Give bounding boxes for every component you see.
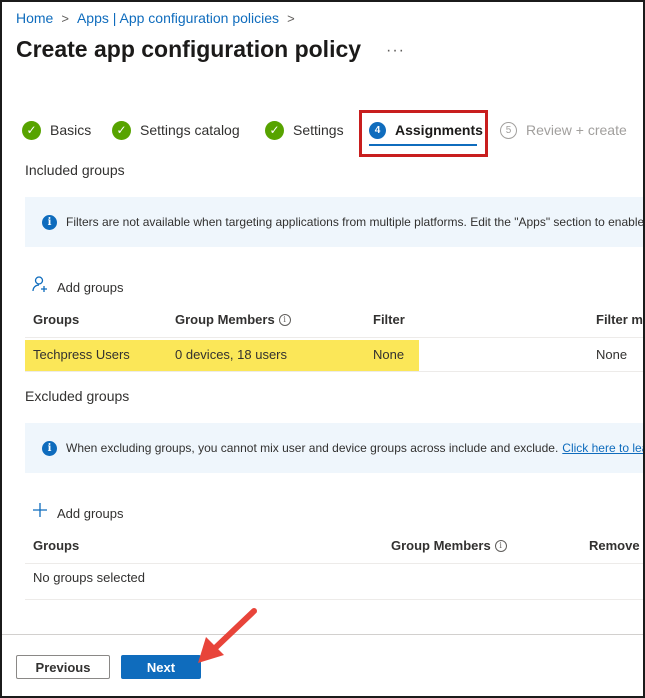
- breadcrumb: Home > Apps | App configuration policies…: [16, 10, 303, 26]
- info-icon[interactable]: i: [494, 539, 507, 552]
- column-header-filter: Filter: [373, 312, 405, 327]
- column-header-label: Group Members: [175, 312, 275, 327]
- table-divider: [25, 337, 643, 338]
- breadcrumb-apps[interactable]: Apps | App configuration policies: [77, 10, 279, 26]
- step-label: Basics: [50, 122, 92, 138]
- tab-settings-catalog[interactable]: ✓ Settings catalog: [112, 119, 240, 141]
- excluded-info-text: When excluding groups, you cannot mix us…: [66, 441, 559, 455]
- column-header-group-members: Group Members i: [391, 538, 507, 553]
- step-number-badge: 5: [500, 121, 517, 139]
- tab-settings[interactable]: ✓ Settings: [265, 119, 344, 141]
- plus-icon: [31, 502, 49, 524]
- table-divider: [25, 563, 643, 564]
- group-name-cell: Techpress Users: [33, 347, 130, 362]
- column-header-groups: Groups: [33, 312, 80, 327]
- column-header-groups: Groups: [33, 538, 80, 553]
- add-included-groups-button[interactable]: Add groups: [31, 275, 124, 299]
- filter-mode-cell: None: [596, 347, 628, 362]
- add-person-icon: [31, 275, 49, 299]
- step-label: Settings: [293, 122, 344, 138]
- click-here-link[interactable]: Click here to lear: [562, 441, 643, 455]
- included-info-text: Filters are not available when targeting…: [66, 215, 645, 229]
- step-label: Settings catalog: [140, 122, 240, 138]
- column-header-label: Group Members: [391, 538, 491, 553]
- previous-button[interactable]: Previous: [16, 655, 110, 679]
- excluded-groups-label: Excluded groups: [25, 388, 130, 404]
- checkmark-circle-icon: ✓: [112, 120, 131, 140]
- chevron-right-icon: >: [287, 10, 295, 26]
- page-title: Create app configuration policy: [16, 36, 362, 62]
- info-icon[interactable]: i: [278, 313, 291, 326]
- checkmark-circle-icon: ✓: [265, 120, 284, 140]
- included-info-bar: i Filters are not available when targeti…: [25, 197, 645, 247]
- excluded-info-bar: i When excluding groups, you cannot mix …: [25, 423, 643, 473]
- more-options-icon[interactable]: ···: [386, 42, 405, 60]
- step-label: Review + create: [526, 122, 627, 138]
- annotation-arrow: [198, 608, 257, 663]
- included-groups-label: Included groups: [25, 162, 125, 178]
- next-button[interactable]: Next: [121, 655, 201, 679]
- tab-basics[interactable]: ✓ Basics: [22, 119, 91, 141]
- app-frame: Home > Apps | App configuration policies…: [0, 0, 645, 698]
- table-divider: [25, 599, 643, 600]
- annotation-highlight-box: [359, 110, 488, 157]
- column-header-group-members: Group Members i: [175, 312, 291, 327]
- column-header-filter-mode: Filter mo: [596, 312, 643, 327]
- column-header-remove: Remove: [589, 538, 640, 553]
- group-members-cell: 0 devices, 18 users: [175, 347, 288, 362]
- footer-divider: [2, 634, 643, 635]
- add-groups-label: Add groups: [57, 505, 124, 521]
- info-icon: i: [42, 214, 57, 230]
- add-excluded-groups-button[interactable]: Add groups: [31, 502, 124, 524]
- add-groups-label: Add groups: [57, 279, 124, 295]
- empty-state-text: No groups selected: [33, 570, 146, 585]
- filter-cell[interactable]: None: [373, 347, 404, 362]
- info-icon: i: [42, 440, 57, 456]
- tab-review-create: 5 Review + create: [500, 119, 627, 141]
- breadcrumb-home[interactable]: Home: [16, 10, 53, 26]
- chevron-right-icon: >: [61, 10, 69, 26]
- checkmark-circle-icon: ✓: [22, 120, 41, 140]
- table-divider: [25, 371, 643, 372]
